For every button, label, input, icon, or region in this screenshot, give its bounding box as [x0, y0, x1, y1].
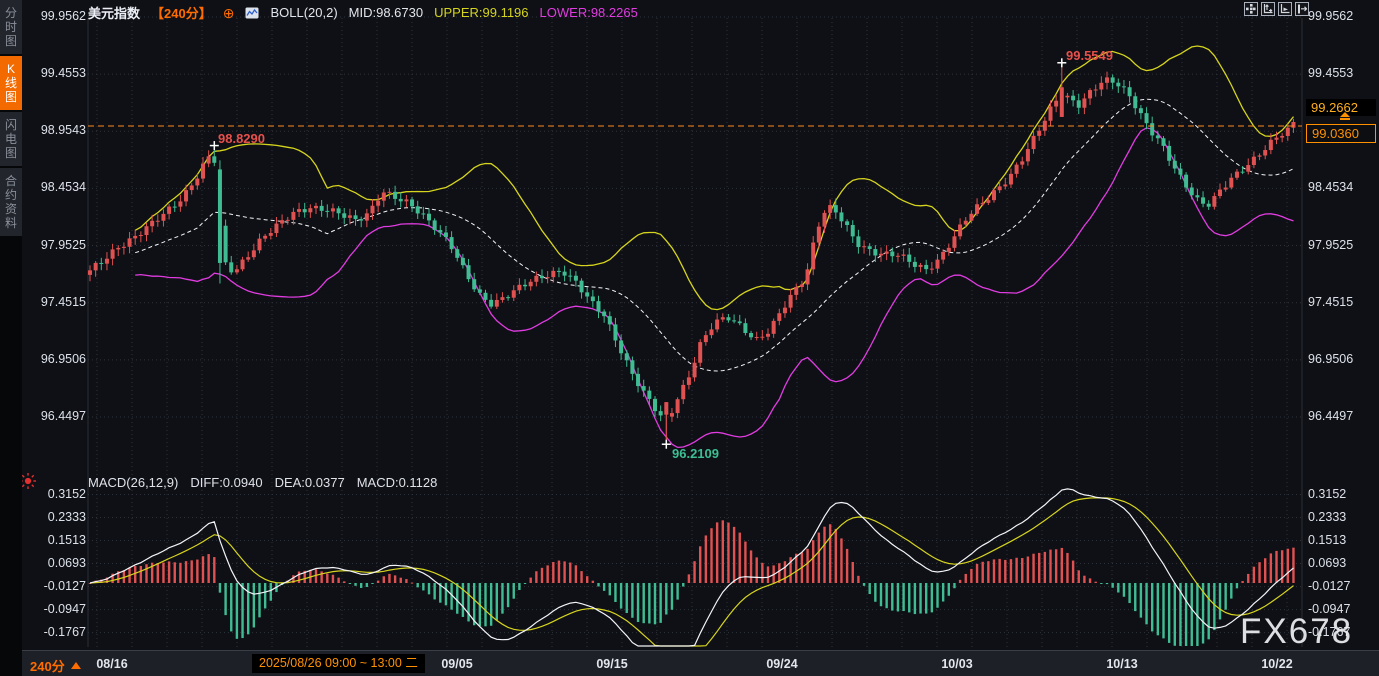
- sidebar-tab-分时图[interactable]: 分时图: [0, 0, 22, 54]
- macd-diff-value: DIFF:0.0940: [190, 475, 262, 490]
- price-axis-tick: 96.9506: [24, 352, 86, 366]
- boll-lower-value: LOWER:98.2265: [540, 5, 638, 20]
- date-axis-tick: 10/22: [1242, 657, 1312, 671]
- symbol-name: 美元指数: [88, 3, 140, 22]
- boll-upper-value: UPPER:99.1196: [434, 5, 528, 20]
- boll-label: BOLL(20,2): [270, 5, 337, 20]
- sidebar-tab-合约资料[interactable]: 合约资料: [0, 168, 22, 236]
- price-axis-tick: 99.9562: [1308, 9, 1353, 23]
- sidebar: 分时图K线图闪电图合约资料: [0, 0, 22, 676]
- macd-axis-tick: 0.2333: [24, 510, 86, 524]
- price-axis-tick: 97.9525: [1308, 238, 1353, 252]
- date-axis-tick: 09/05: [422, 657, 492, 671]
- move-crosshair-icon: [1246, 4, 1256, 14]
- macd-header: MACD(26,12,9) DIFF:0.0940 DEA:0.0377 MAC…: [88, 475, 437, 490]
- macd-axis-tick: -0.0127: [24, 579, 86, 593]
- macd-axis-tick: 0.0693: [24, 556, 86, 570]
- annotation-aug-high: 98.8290: [218, 131, 265, 146]
- macd-axis-tick: -0.0127: [1308, 579, 1350, 593]
- macd-axis-tick: 0.3152: [1308, 487, 1346, 501]
- price-axis-tick: 99.4553: [1308, 66, 1353, 80]
- price-axis-tick: 96.4497: [1308, 409, 1353, 423]
- date-axis-tick: 09/15: [577, 657, 647, 671]
- time-axis-bar: 240分 2025/08/26 09:00 ~ 13:00 二 08/16 09/…: [22, 650, 1379, 676]
- annotation-oct-high: 99.5549: [1066, 48, 1113, 63]
- candlestick-chart[interactable]: [0, 0, 1379, 676]
- boll-mid-value: MID:98.6730: [349, 5, 423, 20]
- add-indicator-icon[interactable]: ⊕: [223, 7, 235, 19]
- price-axis-tick: 98.4534: [1308, 180, 1353, 194]
- macd-axis-tick: 0.0693: [1308, 556, 1346, 570]
- date-axis-tick: 10/13: [1087, 657, 1157, 671]
- price-axis-tick: 98.9543: [24, 123, 86, 137]
- axis-scale-left-button[interactable]: [1261, 2, 1275, 16]
- chart-toolbar: [1244, 2, 1309, 16]
- jump-to-latest-icon: [1297, 4, 1307, 14]
- jump-to-latest-button[interactable]: [1295, 2, 1309, 16]
- price-axis-tick: 96.9506: [1308, 352, 1353, 366]
- macd-axis-tick: -0.0947: [24, 602, 86, 616]
- macd-axis-tick: 0.1513: [24, 533, 86, 547]
- chart-header: 美元指数 【240分】 ⊕ BOLL(20,2) MID:98.6730 UPP…: [88, 3, 638, 22]
- price-axis-tick: 97.9525: [24, 238, 86, 252]
- price-axis-tick: 97.4515: [1308, 295, 1353, 309]
- date-axis-tick: 10/03: [922, 657, 992, 671]
- chart-window: 分时图K线图闪电图合约资料 美元指数 【240分】 ⊕ BOLL(20,2) M…: [0, 0, 1379, 676]
- price-axis-tick: 99.9562: [24, 9, 86, 23]
- macd-axis-tick: 0.1513: [1308, 533, 1346, 547]
- price-axis-tick: 99.4553: [24, 66, 86, 80]
- price-axis-tick: 98.4534: [24, 180, 86, 194]
- macd-axis-tick: -0.1767: [24, 625, 86, 639]
- price-axis-tick: 96.4497: [24, 409, 86, 423]
- macd-macd-value: MACD:0.1128: [357, 475, 438, 490]
- current-price-tag: 99.0360: [1306, 124, 1376, 143]
- sidebar-tab-K线图[interactable]: K线图: [0, 56, 22, 110]
- period-selector-label: 240分: [30, 656, 65, 675]
- mini-chart-icon[interactable]: [245, 7, 259, 19]
- date-axis-tick: 08/16: [77, 657, 147, 671]
- macd-dea-value: DEA:0.0377: [275, 475, 345, 490]
- period-selector[interactable]: 240分: [30, 656, 81, 675]
- macd-axis-tick: 0.2333: [1308, 510, 1346, 524]
- price-axis-tick: 97.4515: [24, 295, 86, 309]
- selected-bar-range: 2025/08/26 09:00 ~ 13:00 二: [252, 654, 425, 673]
- move-crosshair-button[interactable]: [1244, 2, 1258, 16]
- axis-scale-left-icon: [1263, 4, 1273, 14]
- axis-scale-right-icon: [1280, 4, 1290, 14]
- price-up-arrow-icon: [1340, 112, 1350, 120]
- period-label: 【240分】: [151, 3, 212, 22]
- macd-title: MACD(26,12,9): [88, 475, 178, 490]
- axis-scale-right-button[interactable]: [1278, 2, 1292, 16]
- annotation-sep-low: 96.2109: [672, 446, 719, 461]
- date-axis-tick: 09/24: [747, 657, 817, 671]
- watermark: FX678: [1240, 612, 1353, 652]
- sidebar-tab-闪电图[interactable]: 闪电图: [0, 112, 22, 166]
